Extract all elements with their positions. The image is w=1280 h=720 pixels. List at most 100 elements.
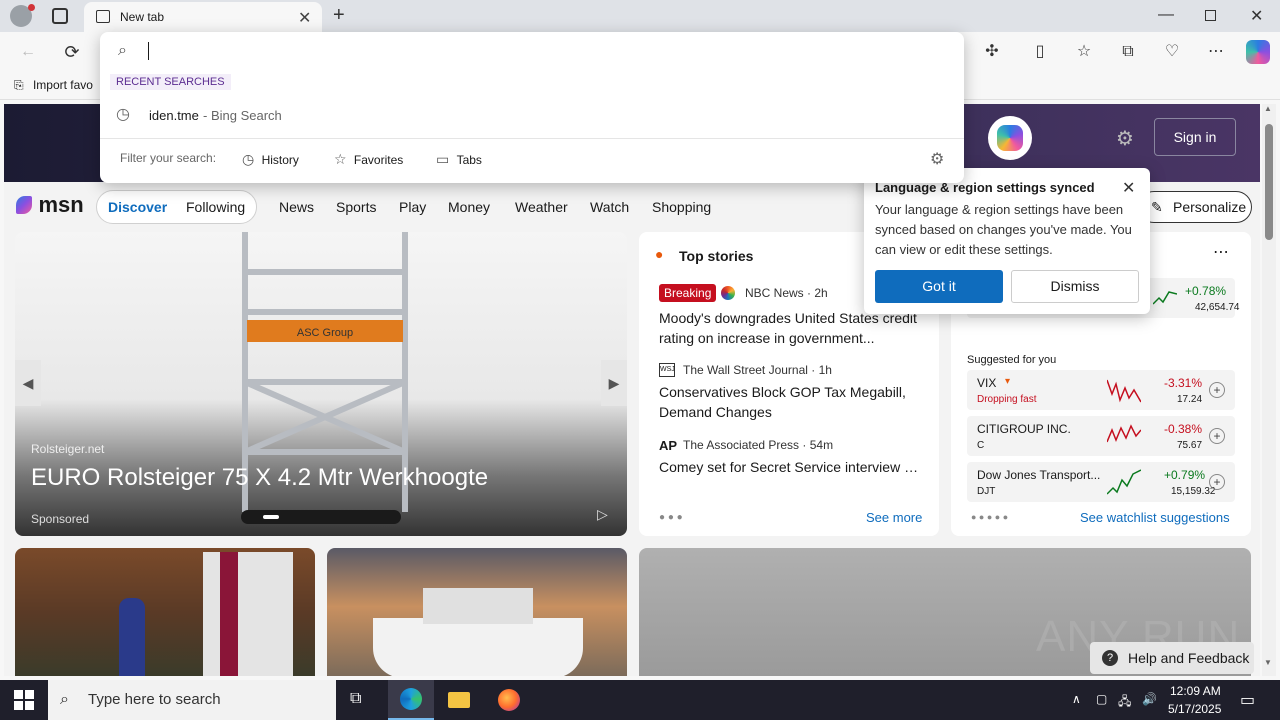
help-icon: ? bbox=[1102, 650, 1118, 666]
nav-discover[interactable]: Discover bbox=[108, 199, 167, 215]
security-icon[interactable]: ▢ bbox=[1096, 692, 1107, 706]
nav-weather[interactable]: Weather bbox=[515, 199, 568, 215]
filter-tabs-label: Tabs bbox=[456, 153, 482, 167]
edge-taskbar-button[interactable] bbox=[388, 680, 434, 720]
help-feedback-button[interactable]: ? Help and Feedback bbox=[1090, 642, 1254, 674]
favorites-star-icon[interactable]: ☆ bbox=[1072, 40, 1096, 64]
see-more-link[interactable]: See more bbox=[866, 510, 922, 525]
got-it-button[interactable]: Got it bbox=[875, 270, 1003, 303]
minimize-button[interactable]: — bbox=[1158, 6, 1174, 24]
filter-favorites-chip[interactable]: ☆ Favorites bbox=[334, 151, 403, 168]
nav-news[interactable]: News bbox=[279, 199, 314, 215]
stock-row[interactable]: CITIGROUP INC. C -0.38% 75.67 + bbox=[967, 416, 1235, 456]
help-label: Help and Feedback bbox=[1128, 650, 1250, 666]
carousel-next-button[interactable]: ▶ bbox=[601, 360, 627, 406]
sponsored-card[interactable]: ASC Group ◀ ▶ Rolsteiger.net EURO Rolste… bbox=[15, 232, 627, 536]
news-image-tile[interactable] bbox=[327, 548, 627, 676]
stock-change: -3.31% bbox=[1164, 376, 1203, 390]
sign-in-button[interactable]: Sign in bbox=[1154, 118, 1236, 156]
taskbar-search-input[interactable]: ⌕ Type here to search bbox=[48, 680, 336, 720]
add-to-watchlist-button[interactable]: + bbox=[1209, 474, 1225, 490]
close-icon[interactable]: ✕ bbox=[1122, 178, 1135, 198]
suggested-header: Suggested for you bbox=[967, 354, 1057, 366]
start-button[interactable] bbox=[14, 690, 34, 710]
carousel-dots[interactable] bbox=[241, 510, 401, 524]
import-icon: ⎘ bbox=[14, 78, 24, 92]
copilot-icon[interactable] bbox=[1246, 40, 1270, 64]
tab-actions-icon[interactable] bbox=[52, 8, 68, 24]
stock-row[interactable]: Dow Jones Transport... DJT +0.79% 15,159… bbox=[967, 462, 1235, 502]
import-favorites-label: Import favo bbox=[32, 78, 93, 92]
network-icon[interactable]: 🖧 bbox=[1118, 692, 1131, 713]
dismiss-button[interactable]: Dismiss bbox=[1011, 270, 1139, 303]
popup-body: Your language & region settings have bee… bbox=[875, 202, 1132, 257]
news-image-tile[interactable] bbox=[15, 548, 315, 676]
more-options-icon[interactable]: ⋯ bbox=[1213, 242, 1229, 262]
stock-row[interactable]: VIX ▾ Dropping fast -3.31% 17.24 + bbox=[967, 370, 1235, 410]
refresh-icon[interactable]: ⟳ bbox=[60, 40, 84, 64]
new-tab-button[interactable]: + bbox=[333, 4, 345, 27]
profile-icon[interactable] bbox=[10, 4, 35, 27]
new-tab-icon bbox=[96, 10, 110, 23]
filter-tabs-chip[interactable]: ▭ Tabs bbox=[436, 151, 482, 168]
add-to-watchlist-button[interactable]: + bbox=[1209, 382, 1225, 398]
pager-dots[interactable]: ● ● ● bbox=[659, 512, 683, 523]
firefox-icon[interactable] bbox=[498, 689, 520, 711]
msn-logo-text: msn bbox=[38, 192, 84, 217]
nav-shopping[interactable]: Shopping bbox=[652, 199, 711, 215]
carousel-prev-button[interactable]: ◀ bbox=[15, 360, 41, 406]
recent-query: iden.tme bbox=[149, 108, 199, 123]
nav-watch[interactable]: Watch bbox=[590, 199, 629, 215]
import-favorites-item[interactable]: ⎘ Import favo bbox=[14, 78, 93, 93]
recent-search-item[interactable]: ◷ iden.tme - Bing Search bbox=[100, 94, 964, 136]
flame-icon: ▾ bbox=[1005, 376, 1011, 387]
story-source: The Associated Press · 54m bbox=[683, 438, 834, 452]
task-view-icon[interactable]: ⧉ bbox=[350, 690, 361, 708]
personalize-button[interactable]: ✎ Personalize bbox=[1138, 191, 1252, 223]
nav-following[interactable]: Following bbox=[186, 199, 245, 215]
pager-dots[interactable]: ● ● ● ● ● bbox=[971, 512, 1008, 522]
story-headline[interactable]: Conservatives Block GOP Tax Megabill, De… bbox=[659, 382, 924, 422]
close-window-button[interactable]: ✕ bbox=[1250, 6, 1263, 26]
filter-history-chip[interactable]: ◷ History bbox=[242, 151, 299, 168]
stock-value: 75.67 bbox=[1177, 440, 1203, 451]
msn-logo[interactable]: msn bbox=[16, 192, 84, 218]
stock-sub: C bbox=[977, 440, 985, 451]
stock-name: CITIGROUP INC. bbox=[977, 422, 1071, 436]
restore-button[interactable] bbox=[1205, 10, 1216, 21]
copilot-button[interactable] bbox=[988, 116, 1032, 160]
address-input[interactable] bbox=[148, 40, 928, 64]
chevron-up-icon[interactable]: ∧ bbox=[1072, 692, 1081, 706]
performance-icon[interactable]: ♡ bbox=[1160, 40, 1184, 64]
settings-gear-icon[interactable]: ⚙ bbox=[1116, 126, 1134, 151]
add-to-watchlist-button[interactable]: + bbox=[1209, 428, 1225, 444]
close-tab-icon[interactable]: ✕ bbox=[298, 8, 311, 28]
search-settings-icon[interactable]: ⚙ bbox=[930, 149, 944, 169]
nav-money[interactable]: Money bbox=[448, 199, 490, 215]
sponsored-label: Sponsored bbox=[31, 512, 90, 526]
story-headline[interactable]: Moody's downgrades United States credit … bbox=[659, 308, 924, 348]
page-scrollbar[interactable]: ▲ ▼ bbox=[1262, 104, 1276, 676]
split-screen-icon[interactable]: ▯ bbox=[1028, 40, 1052, 64]
clock-time[interactable]: 12:09 AM bbox=[1170, 684, 1221, 698]
volume-icon[interactable]: 🔊 bbox=[1142, 692, 1157, 706]
watchlist-suggestions-link[interactable]: See watchlist suggestions bbox=[1080, 510, 1230, 525]
extensions-icon[interactable]: ✣ bbox=[980, 40, 1004, 64]
sparkline-icon bbox=[1107, 424, 1141, 443]
story-headline[interactable]: Comey set for Secret Service interview o… bbox=[659, 457, 924, 477]
nav-sports[interactable]: Sports bbox=[336, 199, 376, 215]
collections-icon[interactable]: ⧉ bbox=[1116, 40, 1140, 64]
hero-title[interactable]: EURO Rolsteiger 75 X 4.2 Mtr Werkhoogte bbox=[31, 464, 488, 492]
file-explorer-icon[interactable] bbox=[448, 692, 470, 708]
tab-new-tab[interactable]: New tab ✕ bbox=[84, 2, 322, 32]
clock-date[interactable]: 5/17/2025 bbox=[1168, 702, 1221, 716]
back-icon[interactable]: ← bbox=[16, 40, 40, 64]
notifications-icon[interactable]: ▭ bbox=[1240, 690, 1255, 710]
filter-favorites-label: Favorites bbox=[353, 153, 404, 167]
search-icon: ⌕ bbox=[60, 691, 69, 708]
sparkline-icon bbox=[1153, 291, 1177, 305]
nav-play[interactable]: Play bbox=[399, 199, 426, 215]
personalize-label: Personalize bbox=[1173, 199, 1247, 215]
more-menu-icon[interactable]: ⋯ bbox=[1204, 40, 1228, 64]
ad-choices-icon[interactable]: ▷ bbox=[597, 506, 608, 523]
